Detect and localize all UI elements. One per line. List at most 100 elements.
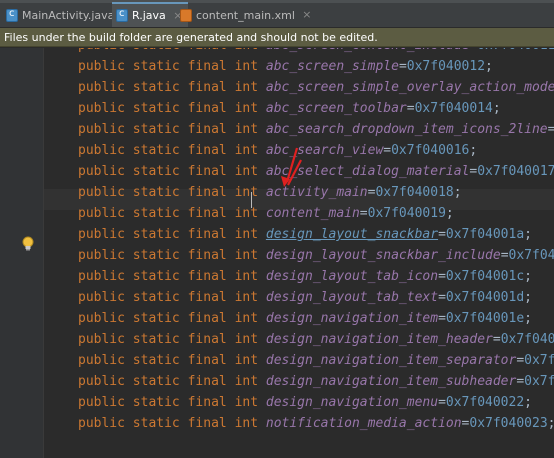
close-icon[interactable]: × [301, 9, 313, 21]
code-line: public static final int design_navigatio… [78, 392, 532, 413]
assignment-operator: = [547, 122, 554, 137]
field-value: 0x7f04001e [445, 311, 525, 326]
keyword-static: static [133, 48, 180, 53]
keyword-static: static [132, 416, 180, 431]
field-name[interactable]: activity_main [266, 185, 368, 200]
field-value: 0x7f04001b [508, 248, 554, 263]
field-name[interactable]: design_navigation_menu [266, 395, 438, 410]
keyword-public: public [78, 101, 125, 116]
keyword-int: int [234, 290, 259, 305]
field-name[interactable]: design_navigation_item [266, 311, 438, 326]
field-name[interactable]: design_navigation_item_subheader [266, 374, 516, 389]
keyword-final: final [187, 227, 227, 242]
code-line: public static final int design_layout_sn… [78, 224, 532, 245]
semicolon: ; [453, 185, 462, 200]
code-editor[interactable]: public static final int abc_screen_conte… [44, 48, 554, 458]
keyword-int: int [234, 269, 259, 284]
field-name[interactable]: design_layout_tab_text [266, 290, 438, 305]
field-name[interactable]: design_layout_snackbar_include [266, 248, 501, 263]
assignment-operator: = [438, 311, 446, 326]
keyword-int: int [234, 353, 259, 368]
keyword-final: final [187, 185, 227, 200]
code-line: public static final int design_layout_ta… [78, 287, 532, 308]
field-name[interactable]: abc_select_dialog_material [266, 164, 470, 179]
keyword-final: final [187, 164, 227, 179]
code-line: public static final int design_navigatio… [78, 308, 532, 329]
editor-gutter[interactable] [0, 48, 44, 458]
field-name[interactable]: design_navigation_item_separator [266, 353, 516, 368]
field-name[interactable]: abc_search_view [266, 143, 383, 158]
keyword-public: public [78, 332, 125, 347]
field-name[interactable]: notification_media_action [266, 416, 462, 431]
keyword-final: final [187, 374, 227, 389]
code-line: public static final int abc_search_view=… [78, 140, 477, 161]
tab-label: content_main.xml [196, 8, 295, 22]
field-name[interactable]: design_layout_tab_icon [266, 269, 438, 284]
field-name[interactable]: abc_screen_simple_overlay_action_mode [266, 80, 554, 95]
assignment-operator: = [438, 227, 446, 242]
assignment-operator: = [516, 353, 525, 368]
keyword-static: static [132, 353, 180, 368]
field-value: 0x7f04001d [445, 290, 525, 305]
keyword-static: static [132, 122, 180, 137]
field-name[interactable]: content_main [266, 206, 360, 221]
assignment-operator: = [359, 206, 368, 221]
semicolon: ; [524, 290, 532, 305]
field-value: 0x7f040011 [477, 48, 554, 53]
tab-content-main-xml[interactable]: content_main.xml × [176, 4, 317, 26]
keyword-public: public [78, 374, 125, 389]
keyword-static: static [132, 185, 180, 200]
keyword-int: int [235, 48, 258, 53]
tab-label: MainActivity.java [22, 8, 115, 22]
keyword-final: final [187, 122, 227, 137]
keyword-static: static [132, 101, 180, 116]
keyword-static: static [132, 395, 180, 410]
assignment-operator: = [398, 59, 407, 74]
code-line: public static final int design_layout_sn… [78, 245, 554, 266]
keyword-int: int [234, 374, 259, 389]
keyword-final: final [187, 416, 227, 431]
assignment-operator: = [438, 290, 446, 305]
field-name[interactable]: design_navigation_item_header [266, 332, 493, 347]
keyword-static: static [132, 143, 180, 158]
keyword-int: int [234, 311, 259, 326]
lightbulb-icon[interactable] [20, 235, 36, 253]
keyword-int: int [234, 122, 259, 137]
keyword-public: public [78, 395, 125, 410]
field-name[interactable]: abc_search_dropdown_item_icons_2line [266, 122, 548, 137]
keyword-static: static [132, 269, 180, 284]
keyword-static: static [132, 206, 180, 221]
field-value: 0x7f040017 [477, 164, 554, 179]
code-line: public static final int abc_screen_simpl… [78, 77, 554, 98]
keyword-public: public [78, 290, 125, 305]
field-value: 0x7f040016 [391, 143, 470, 158]
keyword-int: int [234, 416, 259, 431]
keyword-final: final [187, 59, 227, 74]
keyword-int: int [234, 59, 259, 74]
keyword-int: int [234, 185, 259, 200]
field-name[interactable]: design_layout_snackbar [266, 227, 438, 242]
keyword-static: static [132, 248, 180, 263]
keyword-int: int [234, 332, 259, 347]
field-value: 0x7f040023 [469, 416, 548, 431]
semicolon: ; [524, 227, 532, 242]
text-caret [251, 192, 252, 208]
keyword-static: static [132, 164, 180, 179]
code-line: public static final int design_navigatio… [78, 329, 554, 350]
keyword-public: public [78, 416, 125, 431]
keyword-final: final [187, 290, 227, 305]
keyword-final: final [187, 311, 227, 326]
keyword-static: static [132, 332, 180, 347]
assignment-operator: = [492, 332, 501, 347]
keyword-public: public [78, 227, 125, 242]
field-value: 0x7f040022 [445, 395, 525, 410]
field-name[interactable]: abc_screen_content_include [266, 48, 470, 53]
keyword-public: public [78, 80, 125, 95]
keyword-final: final [187, 353, 227, 368]
field-name[interactable]: abc_screen_toolbar [266, 101, 407, 116]
keyword-int: int [234, 206, 259, 221]
keyword-final: final [187, 143, 227, 158]
field-name[interactable]: abc_screen_simple [266, 59, 399, 74]
code-line: public static final int abc_screen_toolb… [78, 98, 501, 119]
keyword-static: static [132, 374, 180, 389]
